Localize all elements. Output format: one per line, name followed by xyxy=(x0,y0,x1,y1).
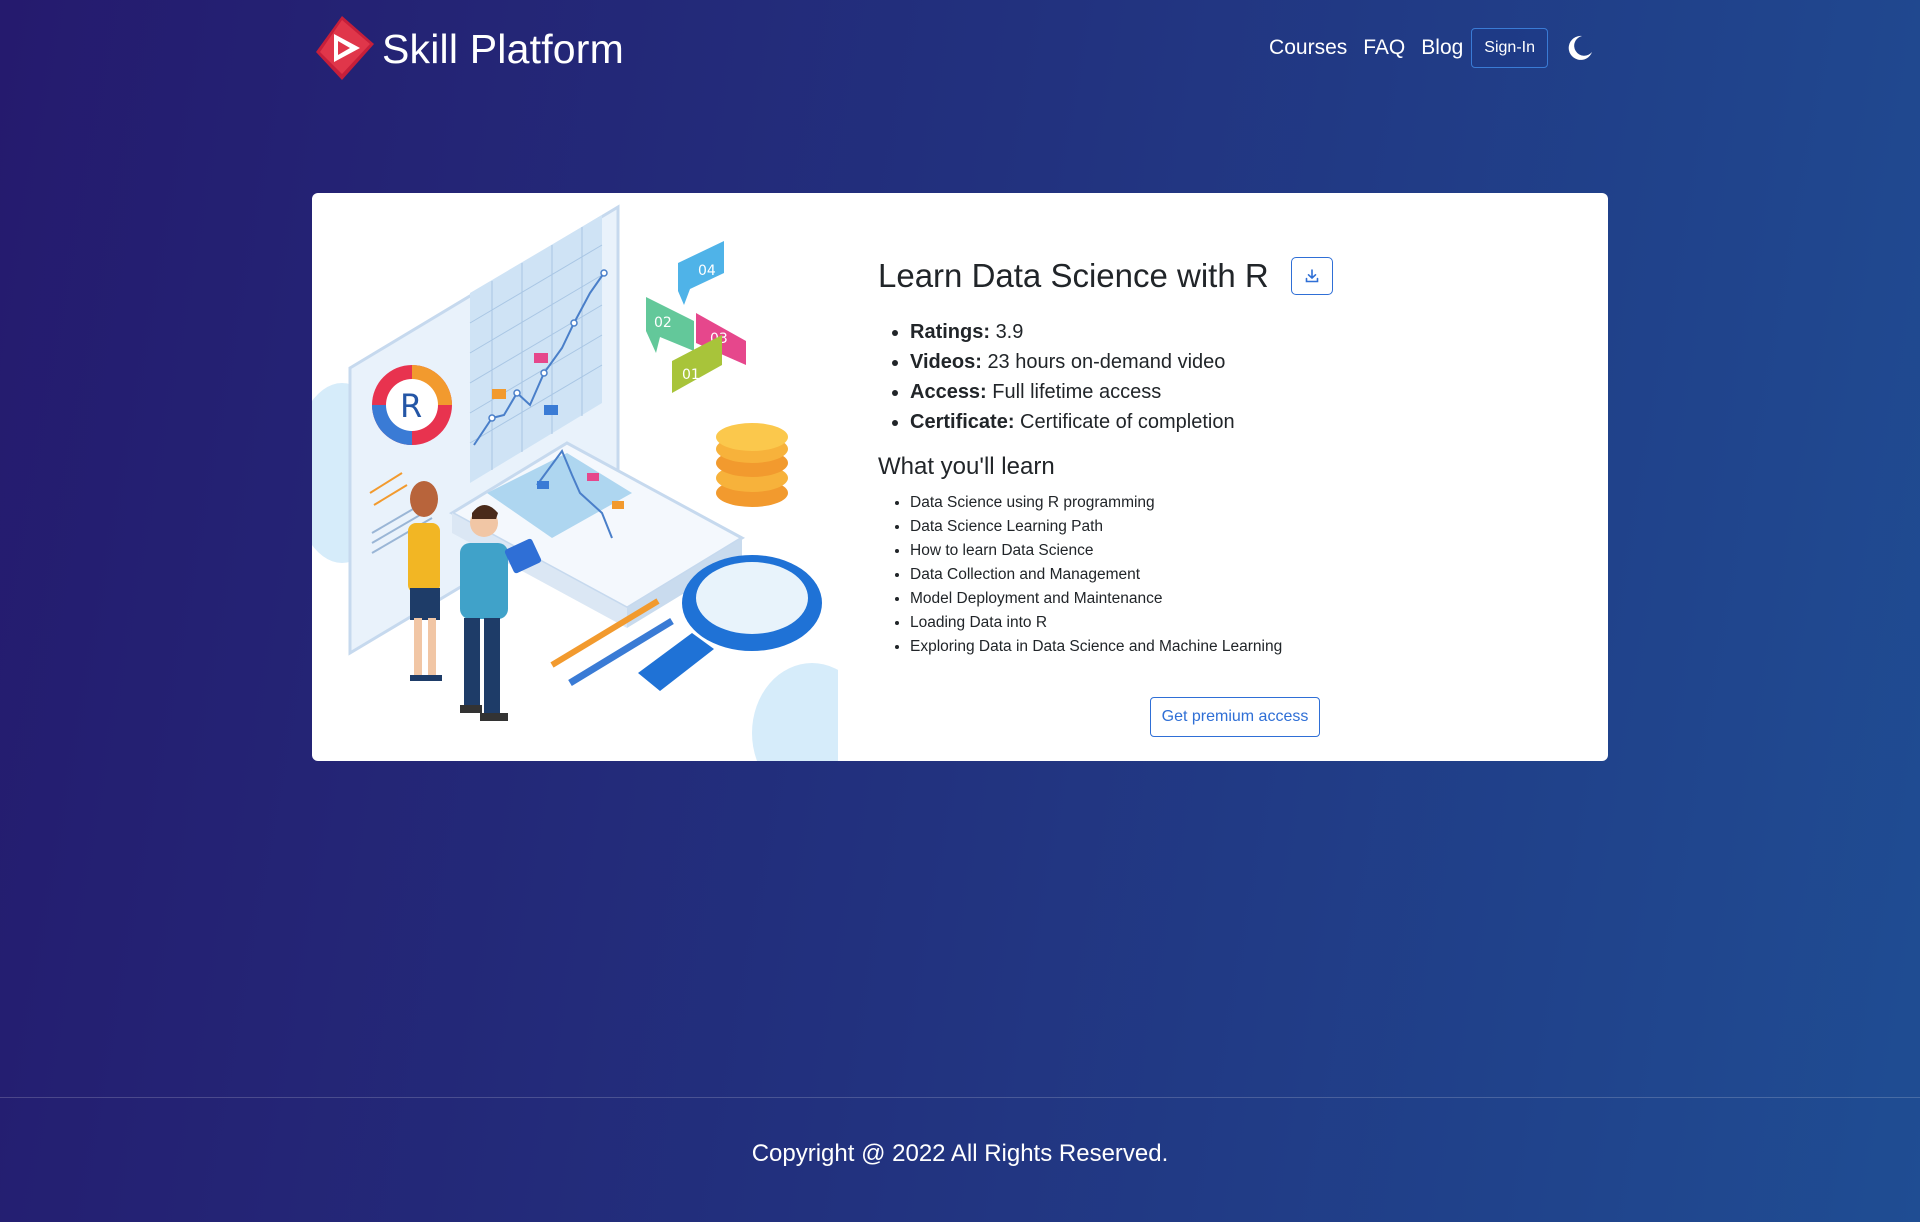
svg-text:R: R xyxy=(400,387,422,425)
svg-text:01: 01 xyxy=(682,367,700,383)
fact-label: Certificate: xyxy=(910,411,1015,433)
fact-label: Videos: xyxy=(910,351,982,373)
title-row: Learn Data Science with R xyxy=(878,257,1333,295)
list-item: Loading Data into R xyxy=(910,611,1282,635)
fact-label: Ratings: xyxy=(910,321,990,343)
download-icon xyxy=(1305,269,1319,283)
fact-access: Access: Full lifetime access xyxy=(910,377,1235,407)
signin-button[interactable]: Sign-In xyxy=(1471,28,1548,68)
nav-blog[interactable]: Blog xyxy=(1421,36,1463,60)
fact-certificate: Certificate: Certificate of completion xyxy=(910,407,1235,437)
list-item: Data Collection and Management xyxy=(910,563,1282,587)
data-science-illustration: R 04 02 03 01 xyxy=(312,204,838,761)
premium-access-button[interactable]: Get premium access xyxy=(1150,697,1320,737)
nav-courses[interactable]: Courses xyxy=(1269,36,1347,60)
list-item: Model Deployment and Maintenance xyxy=(910,587,1282,611)
main-nav: Courses FAQ Blog Sign-In xyxy=(1269,28,1608,68)
fact-ratings: Ratings: 3.9 xyxy=(910,317,1235,347)
logo-text: Skill Platform xyxy=(382,25,625,72)
list-item: Exploring Data in Data Science and Machi… xyxy=(910,635,1282,659)
list-item: Data Science Learning Path xyxy=(910,515,1282,539)
logo[interactable]: Skill Platform xyxy=(312,14,624,84)
footer-copyright: Copyright @ 2022 All Rights Reserved. xyxy=(751,1140,1169,1167)
learn-list: Data Science using R programming Data Sc… xyxy=(910,491,1282,659)
download-button[interactable] xyxy=(1290,257,1333,295)
course-facts: Ratings: 3.9 Videos: 23 hours on-demand … xyxy=(910,317,1235,437)
nav-faq[interactable]: FAQ xyxy=(1363,36,1405,60)
list-item: How to learn Data Science xyxy=(910,539,1282,563)
course-card: R 04 02 03 01 xyxy=(312,193,1608,761)
svg-text:04: 04 xyxy=(698,263,716,279)
footer-divider xyxy=(0,1097,1920,1098)
fact-value: 3.9 xyxy=(995,321,1024,343)
list-item: Data Science using R programming xyxy=(910,491,1282,515)
fact-value: Certificate of completion xyxy=(1020,411,1235,433)
site-header: Skill Platform Courses FAQ Blog Sign-In xyxy=(312,0,1608,100)
fact-value: 23 hours on-demand video xyxy=(987,351,1226,373)
learn-heading: What you'll learn xyxy=(878,453,1055,480)
play-logo-icon xyxy=(316,16,374,80)
svg-text:02: 02 xyxy=(654,315,672,331)
fact-videos: Videos: 23 hours on-demand video xyxy=(910,347,1235,377)
fact-value: Full lifetime access xyxy=(992,381,1162,403)
fact-label: Access: xyxy=(910,381,987,403)
moon-icon[interactable] xyxy=(1566,34,1594,62)
course-title: Learn Data Science with R xyxy=(878,257,1269,294)
